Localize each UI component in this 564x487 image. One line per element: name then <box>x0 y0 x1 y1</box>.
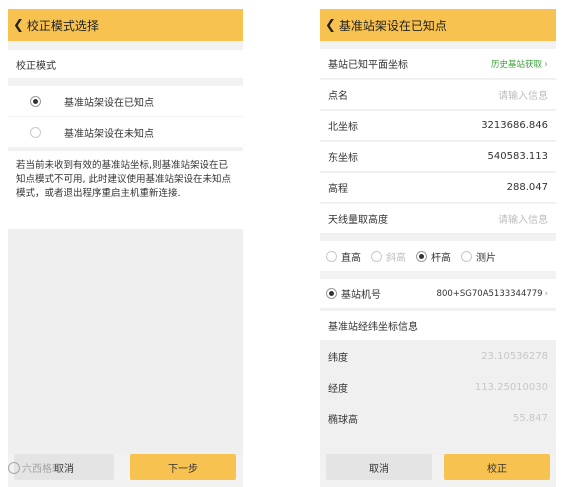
watermark-logo-icon <box>8 461 20 474</box>
option-known-point[interactable]: 基准站架设在已知点 <box>8 86 243 116</box>
antenna-option-vertical[interactable]: 直高 <box>326 249 361 264</box>
watermark-text: 六西格玛 <box>22 464 62 475</box>
east-row[interactable]: 东坐标 540583.113 <box>320 142 556 172</box>
antenna-option-label: 斜高 <box>386 252 406 264</box>
ellipsoid-height-row: 椭球高 55.847 <box>320 404 556 434</box>
left-screen: ❮ 校正模式选择 校正模式 基准站架设在已知点 基准站架设在未知点 若当前未收到… <box>8 9 243 487</box>
latitude-value: 23.10536278 <box>481 351 548 362</box>
longitude-label: 经度 <box>328 384 348 395</box>
point-name-label: 点名 <box>328 91 348 102</box>
antenna-height-input[interactable]: 请输入信息 <box>498 211 548 226</box>
base-id-label: 基站机号 <box>341 290 381 301</box>
antenna-option-label: 测片 <box>476 252 496 264</box>
left-title-bar: ❮ 校正模式选择 <box>8 9 243 41</box>
east-label: 东坐标 <box>328 153 358 164</box>
back-arrow-icon[interactable]: ❮ <box>13 18 24 33</box>
antenna-option-measure[interactable]: 测片 <box>461 249 496 264</box>
base-id-value-text: 800+SG70A5133344779 <box>436 288 543 299</box>
point-name-input[interactable]: 请输入信息 <box>498 87 548 102</box>
longitude-row: 经度 113.25010030 <box>320 373 556 403</box>
option-unknown-label: 基准站架设在未知点 <box>64 128 154 140</box>
radio-selected-icon[interactable] <box>416 250 427 262</box>
page-title: 校正模式选择 <box>26 18 99 33</box>
correct-button[interactable]: 校正 <box>444 454 550 480</box>
antenna-option-label: 杆高 <box>431 252 451 264</box>
elevation-value[interactable]: 288.047 <box>507 182 548 193</box>
right-screen: ❮ 基准站架设在已知点 基站已知平面坐标 历史基站获取 › 点名 请输入信息 北坐… <box>320 9 556 487</box>
history-base-link[interactable]: 历史基站获取 › <box>491 58 548 70</box>
right-title-bar: ❮ 基准站架设在已知点 <box>320 9 556 41</box>
ellipsoid-height-value: 55.847 <box>513 413 548 424</box>
back-arrow-icon[interactable]: ❮ <box>325 18 336 33</box>
latlon-section-header: 基准站经纬坐标信息 <box>320 311 556 341</box>
next-step-button[interactable]: 下一步 <box>130 454 236 480</box>
north-label: 北坐标 <box>328 122 358 133</box>
elevation-row[interactable]: 高程 288.047 <box>320 173 556 203</box>
latitude-label: 纬度 <box>328 353 348 364</box>
radio-unselected-icon[interactable] <box>461 250 472 262</box>
east-value[interactable]: 540583.113 <box>488 151 548 162</box>
north-row[interactable]: 北坐标 3213686.846 <box>320 111 556 141</box>
hint-text: 若当前未收到有效的基准站坐标,则基准站架设在已知点模式不可用, 此时建议使用基准… <box>8 151 243 229</box>
watermark: 六西格玛 <box>8 460 62 475</box>
chevron-right-icon: › <box>544 58 548 70</box>
antenna-option-slant[interactable]: 斜高 <box>371 249 406 264</box>
empty-area <box>8 229 243 455</box>
cancel-button[interactable]: 取消 <box>326 454 432 480</box>
ellipsoid-height-label: 椭球高 <box>328 415 358 426</box>
option-known-label: 基准站架设在已知点 <box>64 97 154 109</box>
radio-selected-icon[interactable] <box>326 288 337 299</box>
north-value[interactable]: 3213686.846 <box>481 120 548 131</box>
radio-selected-icon[interactable] <box>30 95 41 107</box>
elevation-label: 高程 <box>328 184 348 195</box>
latlon-section-title: 基准站经纬坐标信息 <box>328 322 418 333</box>
antenna-type-row: 直高 斜高 杆高 测片 <box>320 241 556 271</box>
antenna-option-label: 直高 <box>341 252 361 264</box>
history-base-link-text[interactable]: 历史基站获取 <box>491 60 542 70</box>
radio-unselected-icon[interactable] <box>371 250 382 262</box>
radio-unselected-icon[interactable] <box>30 126 41 138</box>
correction-mode-label: 校正模式 <box>8 50 243 78</box>
more-rows-cutoff <box>320 435 556 455</box>
point-name-row[interactable]: 点名 请输入信息 <box>320 80 556 110</box>
option-unknown-point[interactable]: 基准站架设在未知点 <box>8 117 243 147</box>
base-id-value[interactable]: 800+SG70A5133344779 › <box>437 289 548 299</box>
antenna-option-pole[interactable]: 杆高 <box>416 249 451 264</box>
longitude-value: 113.25010030 <box>474 382 548 393</box>
radio-unselected-icon[interactable] <box>326 250 337 262</box>
plane-coord-label: 基站已知平面坐标 <box>328 60 408 71</box>
chevron-right-icon: › <box>544 288 548 299</box>
page-title: 基准站架设在已知点 <box>338 18 447 33</box>
latitude-row: 纬度 23.10536278 <box>320 342 556 372</box>
plane-coord-row: 基站已知平面坐标 历史基站获取 › <box>320 49 556 79</box>
base-id-row[interactable]: 基站机号 800+SG70A5133344779 › <box>320 279 556 309</box>
antenna-height-row[interactable]: 天线量取高度 请输入信息 <box>320 204 556 234</box>
antenna-height-label: 天线量取高度 <box>328 215 388 226</box>
base-id-option[interactable]: 基站机号 <box>326 286 381 301</box>
